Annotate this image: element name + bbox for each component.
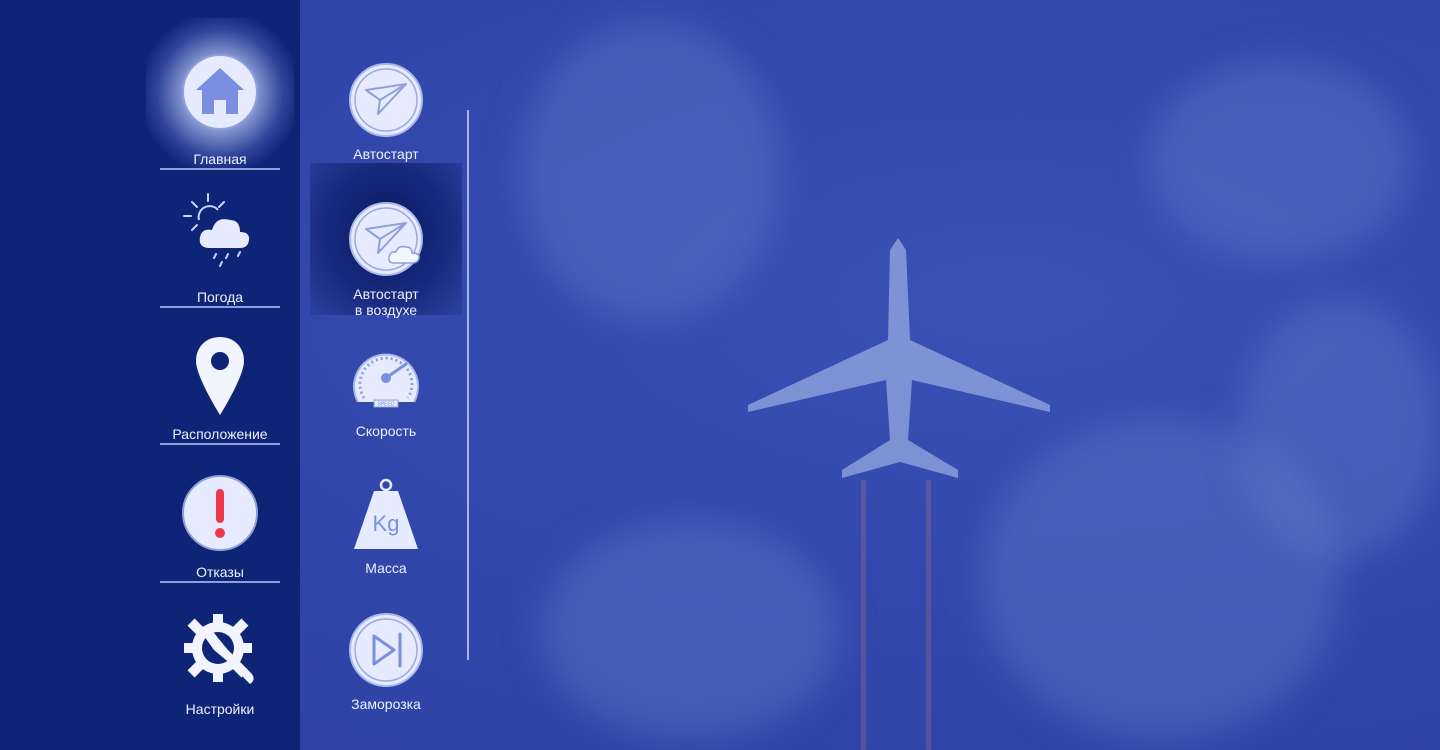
submenu-item-autostart-air[interactable]: Автостарт в воздухе [310,163,462,318]
speed-gauge-text: SPEED [378,402,395,408]
home-icon [182,54,258,130]
nav-label-home: Главная [193,151,247,167]
submenu-item-mass[interactable]: Kg Масса [310,455,462,585]
submenu-item-speed[interactable]: SPEED Скорость [310,318,462,448]
nav-label-settings: Настройки [185,701,255,717]
nav-item-weather[interactable]: Погода [160,168,280,308]
airplane-icon [748,238,1050,750]
submenu-label-mass: Масса [365,560,407,576]
submenu-label-autostart: Автостарт [353,146,419,162]
alert-icon [182,475,258,551]
sidebar: Главная Погода Расположение Отказы Настр… [0,0,300,750]
weight-text: Kg [373,511,400,536]
nav-item-failures[interactable]: Отказы [160,443,280,583]
speedometer-icon: SPEED [353,353,419,408]
nav-label-weather: Погода [196,289,244,305]
submenu-item-autostart[interactable]: Автостарт [310,40,462,170]
submenu-label-autostart-air-1: Автостарт [353,286,419,302]
settings-icon [184,614,254,684]
autostart-air-icon [349,202,423,276]
submenu-label-autostart-air-2: в воздухе [354,302,418,318]
nav-item-location[interactable]: Расположение [160,305,280,445]
submenu-label-freeze: Заморозка [351,696,421,712]
autostart-icon [349,63,423,137]
weight-icon: Kg [354,478,418,549]
nav-label-failures: Отказы [196,564,244,580]
nav-item-home[interactable]: Главная [146,18,294,170]
location-pin-icon [196,337,244,415]
nav-label-location: Расположение [172,426,268,442]
freeze-icon [349,613,423,687]
submenu-item-freeze[interactable]: Заморозка [310,590,462,720]
weather-icon [183,193,250,267]
submenu-label-speed: Скорость [355,423,417,439]
nav-item-settings[interactable]: Настройки [160,580,280,718]
submenu-divider [467,110,469,660]
